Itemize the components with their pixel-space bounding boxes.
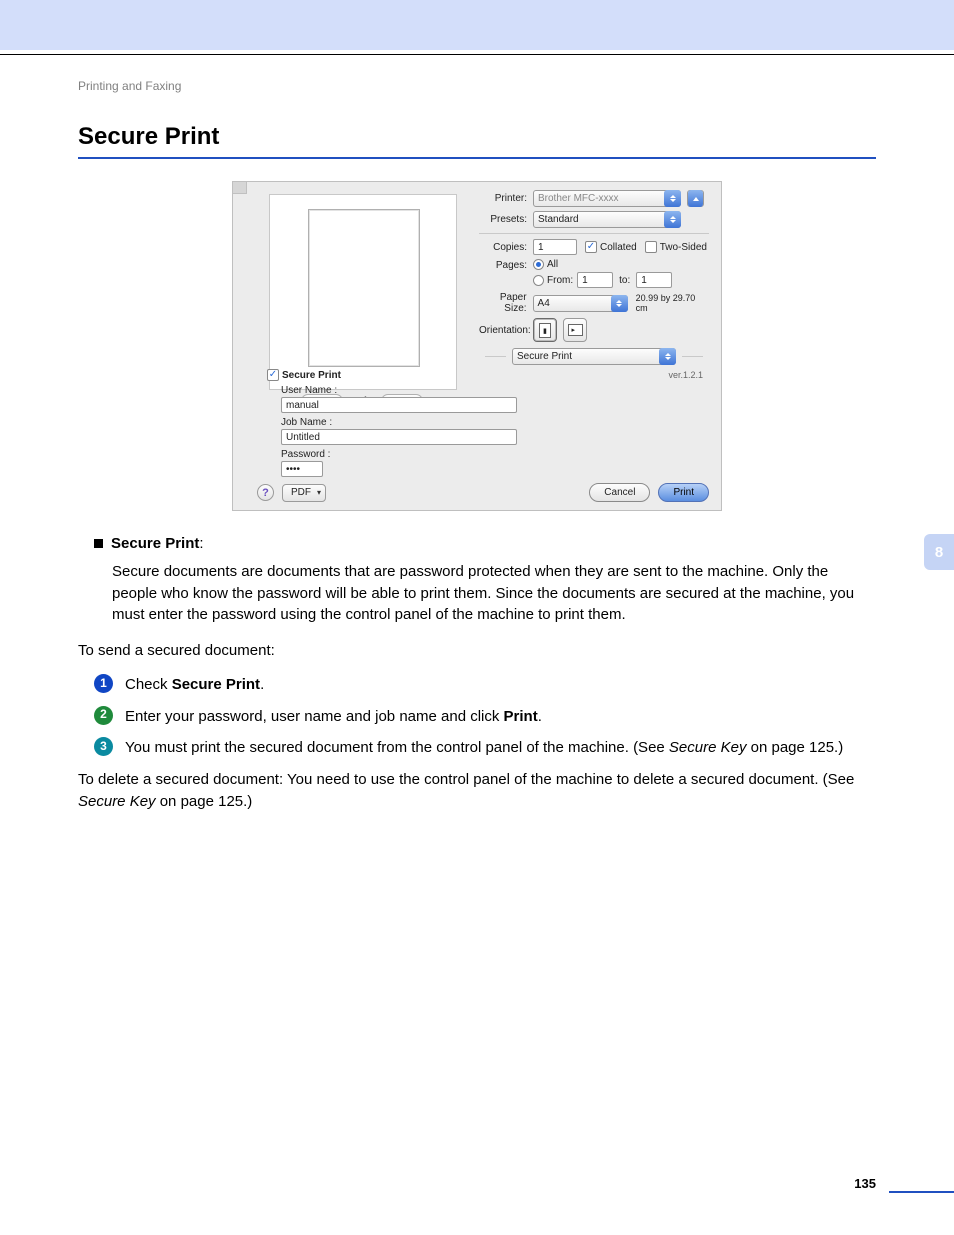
dropdown-arrows-icon xyxy=(611,295,628,312)
presets-select[interactable]: Standard xyxy=(533,211,681,228)
paper-size-value: A4 xyxy=(538,298,550,309)
step-1-badge: 1 xyxy=(94,674,113,693)
pages-from-radio[interactable] xyxy=(533,275,544,286)
send-intro: To send a secured document: xyxy=(78,640,876,662)
pages-label: Pages: xyxy=(479,259,533,271)
presets-value: Standard xyxy=(538,214,579,225)
jobname-label: Job Name : xyxy=(281,417,709,428)
step-3-text: You must print the secured document from… xyxy=(125,737,876,759)
step-3-badge: 3 xyxy=(94,737,113,756)
section-select-value: Secure Print xyxy=(517,351,572,362)
orientation-landscape-button[interactable]: ▸ xyxy=(563,318,587,342)
portrait-icon: ▮ xyxy=(539,323,551,338)
printer-value: Brother MFC-xxxx xyxy=(538,193,619,204)
bullet-heading: Secure Print: xyxy=(111,533,204,555)
header-rule xyxy=(0,54,954,55)
secure-print-description: Secure documents are documents that are … xyxy=(112,561,876,626)
title-rule xyxy=(78,157,876,159)
orientation-label: Orientation: xyxy=(479,325,533,336)
presets-label: Presets: xyxy=(479,214,533,225)
pages-from-input[interactable]: 1 xyxy=(577,272,613,288)
secure-print-chk-label: Secure Print xyxy=(282,370,341,381)
paper-dims: 20.99 by 29.70 cm xyxy=(636,293,709,313)
two-sided-checkbox[interactable] xyxy=(645,241,657,253)
paper-size-select[interactable]: A4 xyxy=(533,295,628,312)
header-band xyxy=(0,0,954,50)
pages-all-radio[interactable] xyxy=(533,259,544,270)
step-2-text: Enter your password, user name and job n… xyxy=(125,706,876,728)
printer-info-button[interactable] xyxy=(687,190,704,207)
two-sided-label: Two-Sided xyxy=(660,242,707,253)
breadcrumb: Printing and Faxing xyxy=(78,79,876,93)
pages-from-label: From: xyxy=(547,275,573,286)
collated-checkbox[interactable] xyxy=(585,241,597,253)
up-arrow-icon xyxy=(688,190,703,207)
help-button[interactable]: ? xyxy=(257,484,274,501)
copies-input[interactable]: 1 xyxy=(533,239,577,255)
dropdown-arrows-icon xyxy=(664,190,681,207)
step-2-badge: 2 xyxy=(94,706,113,725)
username-label: User Name : xyxy=(281,385,709,396)
dropdown-arrows-icon xyxy=(664,211,681,228)
username-input[interactable]: manual xyxy=(281,397,517,413)
print-dialog: ◀◀ ◀ 1 of 1 ▶ ▶▶ Printer: Brother MFC-xx… xyxy=(232,181,722,511)
password-label: Password : xyxy=(281,449,709,460)
page-title: Secure Print xyxy=(78,123,876,151)
square-bullet-icon xyxy=(94,539,103,548)
pdf-label: PDF xyxy=(291,487,311,498)
secure-print-checkbox[interactable] xyxy=(267,369,279,381)
landscape-icon: ▸ xyxy=(568,324,583,336)
step-1-text: Check Secure Print. xyxy=(125,674,876,696)
collated-label: Collated xyxy=(600,242,637,253)
printer-select[interactable]: Brother MFC-xxxx xyxy=(533,190,681,207)
dropdown-arrows-icon xyxy=(659,348,676,365)
delete-paragraph: To delete a secured document: You need t… xyxy=(78,769,876,813)
printer-label: Printer: xyxy=(479,193,533,204)
cancel-button[interactable]: Cancel xyxy=(589,483,650,502)
preview-page xyxy=(308,209,420,367)
window-corner xyxy=(233,182,247,194)
version-text: ver.1.2.1 xyxy=(668,370,703,380)
pages-to-input[interactable]: 1 xyxy=(636,272,672,288)
print-button[interactable]: Print xyxy=(658,483,709,502)
orientation-portrait-button[interactable]: ▮ xyxy=(533,318,557,342)
section-select[interactable]: Secure Print xyxy=(512,348,676,365)
jobname-input[interactable]: Untitled xyxy=(281,429,517,445)
copies-label: Copies: xyxy=(479,242,533,253)
divider xyxy=(479,233,709,234)
page-number: 135 xyxy=(854,1176,876,1191)
page-number-rule xyxy=(889,1191,954,1193)
paper-size-label: Paper Size: xyxy=(479,292,533,314)
preview-pane xyxy=(269,194,457,390)
pages-to-label: to: xyxy=(619,275,630,286)
pages-all-label: All xyxy=(547,259,558,270)
pdf-menu-button[interactable]: PDF xyxy=(282,484,326,502)
password-input[interactable]: •••• xyxy=(281,461,323,477)
